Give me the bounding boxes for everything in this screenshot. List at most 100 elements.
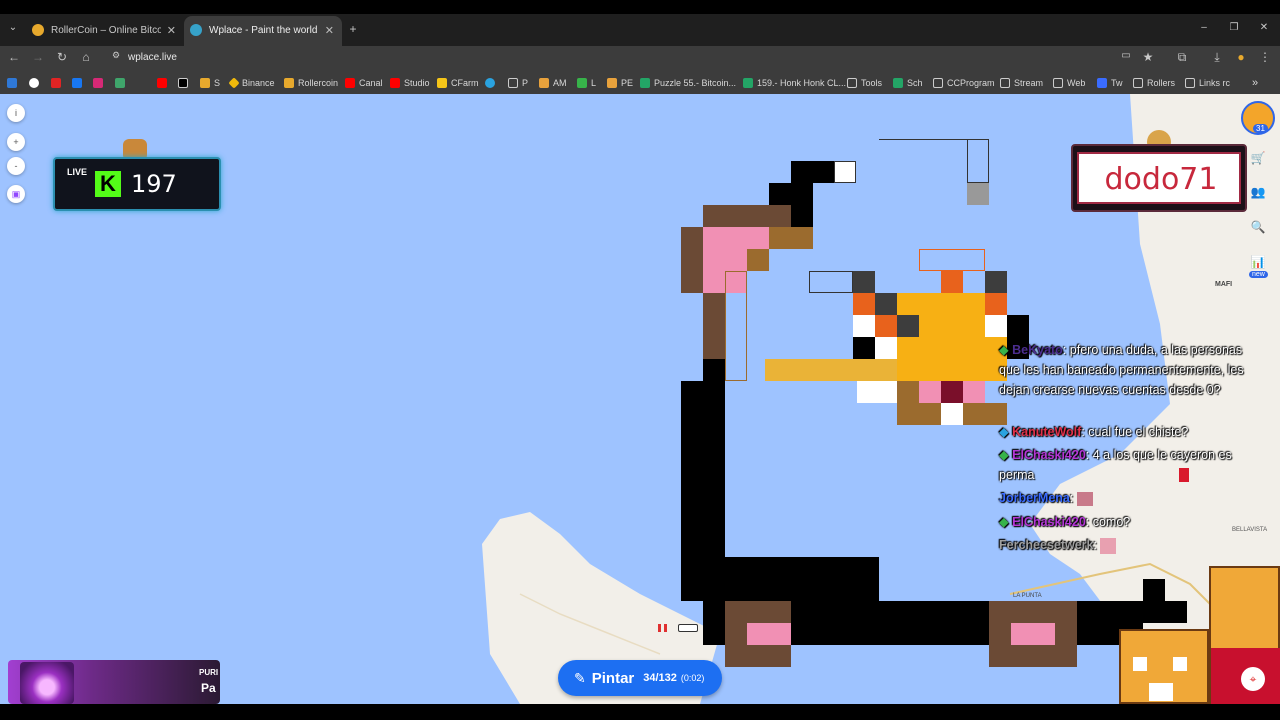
bookmark-label: Puzzle 55.- Bitcoin...: [654, 78, 737, 88]
chat-message: ◆ KanuteWolf: cual fue el chiste?: [999, 422, 1249, 442]
bookmark-item[interactable]: PE: [607, 76, 633, 90]
bookmark-item[interactable]: Tools: [847, 76, 882, 90]
tab-wplace[interactable]: Wplace - Paint the world ✕: [190, 18, 340, 42]
profile-icon[interactable]: ●: [1233, 50, 1249, 64]
bookmark-item[interactable]: Studio: [390, 76, 430, 90]
bookmark-item[interactable]: AM: [539, 76, 567, 90]
pause-icon: [664, 624, 667, 632]
cast-icon[interactable]: ▭: [1118, 50, 1134, 61]
bookmark-app[interactable]: [115, 76, 129, 90]
new-tab-icon[interactable]: +: [345, 22, 361, 36]
info-button[interactable]: i: [7, 104, 25, 122]
bookmark-facebook[interactable]: [72, 76, 86, 90]
people-icon: 👥: [1250, 185, 1266, 199]
bookmark-label: Stream: [1014, 78, 1044, 88]
pixel-outline: [809, 271, 853, 293]
youtube-icon: [157, 78, 167, 88]
bookmark-media[interactable]: [51, 76, 65, 90]
bookmark-item[interactable]: CFarm: [437, 76, 479, 90]
username-text: dodo71: [1104, 162, 1218, 197]
menu-icon[interactable]: ⋮: [1257, 50, 1273, 64]
address-bar[interactable]: wplace.live: [128, 52, 177, 63]
close-icon[interactable]: ✕: [325, 24, 334, 37]
zoom-out-button[interactable]: -: [7, 157, 25, 175]
pixel-block: [853, 293, 875, 315]
pe-icon: [607, 78, 617, 88]
back-icon[interactable]: ←: [6, 50, 22, 64]
pixel-block: [853, 315, 875, 337]
bookmark-item[interactable]: Binance: [228, 76, 275, 90]
bookmark-youtube[interactable]: [157, 76, 171, 90]
x-icon: [178, 78, 188, 88]
chat-user: BeKyato: [1012, 343, 1063, 357]
chat-user: KanuteWolf: [1012, 425, 1082, 439]
live-label: LIVE: [67, 167, 88, 177]
forward-icon[interactable]: →: [30, 50, 46, 64]
pixel-block: [941, 403, 963, 425]
pixel-block: [834, 161, 856, 183]
bookmark-item[interactable]: L: [577, 76, 596, 90]
pixel-block: [681, 227, 703, 293]
pixel-block: [1011, 623, 1055, 645]
extensions-icon[interactable]: ⧉: [1174, 50, 1190, 65]
youtube-icon: [390, 78, 400, 88]
maximize-icon[interactable]: ❐: [1226, 22, 1242, 33]
bookmark-item[interactable]: 159.- Honk Honk CL...: [743, 76, 846, 90]
toolbar: [0, 46, 1280, 72]
bookmark-item[interactable]: P: [508, 76, 528, 90]
pixel-block: [769, 183, 813, 205]
hamster-mouth: [1149, 683, 1173, 701]
close-icon[interactable]: ✕: [167, 24, 176, 37]
pixel-block: [769, 227, 813, 249]
pixel-block: [919, 403, 941, 425]
tab-rollercoin[interactable]: RollerCoin – Online Bitcoin Mining ✕: [32, 18, 182, 42]
minimize-icon[interactable]: –: [1196, 22, 1212, 33]
bookmark-tiktok[interactable]: [29, 76, 43, 90]
bookmark-item[interactable]: Canal: [345, 76, 383, 90]
zoom-in-button[interactable]: +: [7, 133, 25, 151]
bookmark-item[interactable]: Links rc: [1185, 76, 1230, 90]
locate-button[interactable]: ⌖: [1241, 667, 1265, 691]
folder-icon: [1000, 78, 1010, 88]
bookmark-outlook[interactable]: [7, 76, 21, 90]
pixel-block: [703, 359, 725, 381]
twitch-button[interactable]: ▣: [7, 185, 25, 203]
search-button[interactable]: 🔍: [1248, 217, 1268, 237]
download-icon[interactable]: ⤓: [1209, 50, 1225, 65]
leaderboard-button[interactable]: 📊: [1248, 252, 1268, 272]
chat-message: ◆ ElChaski420: 4 a los que le cayeron es…: [999, 445, 1249, 485]
bookmark-item[interactable]: Stream: [1000, 76, 1043, 90]
sheets-icon: [893, 78, 903, 88]
tab-search-icon[interactable]: ⌄: [5, 22, 21, 33]
bookmark-item[interactable]: S: [200, 76, 220, 90]
gem-icon: ◆: [999, 448, 1009, 462]
bookmark-item[interactable]: Rollers: [1133, 76, 1175, 90]
chat-message: JorberMena:: [999, 488, 1249, 508]
bookmark-item[interactable]: CCProgram: [933, 76, 995, 90]
hamster-avatar: [1119, 629, 1209, 704]
bookmark-item[interactable]: Tw: [1097, 76, 1123, 90]
alliance-button[interactable]: 👥: [1248, 182, 1268, 202]
bookmark-label: Tools: [861, 78, 883, 88]
bookmark-x[interactable]: [178, 76, 192, 90]
live-viewer-widget: LIVE K 197: [53, 157, 221, 211]
bookmark-item[interactable]: Puzzle 55.- Bitcoin...: [640, 76, 736, 90]
bookmark-item[interactable]: Web: [1053, 76, 1085, 90]
bookmark-telegram[interactable]: [485, 76, 499, 90]
bookmark-instagram[interactable]: [93, 76, 107, 90]
outlook-icon: [7, 78, 17, 88]
bookmark-star-icon[interactable]: ★: [1140, 50, 1156, 64]
gun-icon: [678, 624, 698, 632]
bookmarks-overflow-icon[interactable]: »: [1252, 76, 1258, 90]
pixel-block: [791, 161, 834, 183]
bookmark-item[interactable]: Sch: [893, 76, 923, 90]
paint-button[interactable]: ✎ Pintar 34/132 (0:02): [558, 660, 722, 696]
pixel-block: [1143, 601, 1187, 623]
reload-icon[interactable]: ↻: [54, 50, 70, 64]
store-button[interactable]: 🛒: [1248, 148, 1268, 168]
hamster-eye: [1133, 657, 1147, 671]
bookmark-item[interactable]: Rollercoin: [284, 76, 338, 90]
home-icon[interactable]: ⌂: [78, 50, 94, 64]
close-window-icon[interactable]: ✕: [1256, 22, 1272, 33]
site-info-icon[interactable]: ⚙: [108, 50, 124, 61]
